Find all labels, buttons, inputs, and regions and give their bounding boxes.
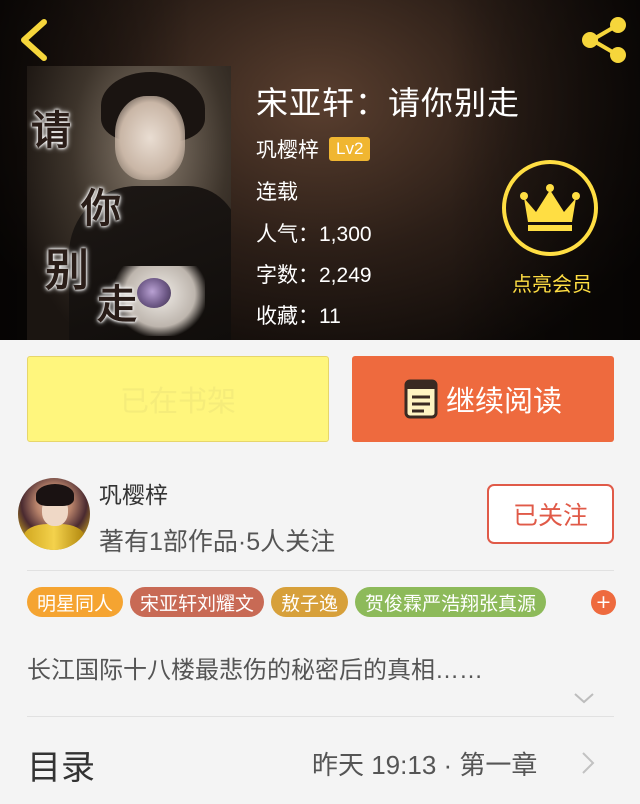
follow-button[interactable]: 已关注 [487,484,614,544]
tag-item[interactable]: 贺俊霖严浩翔张真源 [355,587,547,617]
level-badge: Lv2 [329,137,371,161]
word-count: 字数：2,249 [256,264,372,287]
tag-item[interactable]: 宋亚轩刘耀文 [130,587,265,617]
tag-item[interactable]: 明星同人 [27,587,124,617]
share-icon[interactable] [578,14,630,66]
author-name[interactable]: 巩樱梓 [256,134,319,164]
author-avatar[interactable] [18,478,90,550]
chevron-down-icon[interactable] [572,690,596,706]
cover-title-char: 别 [45,245,89,296]
more-tags-button[interactable]: + [591,590,616,615]
back-arrow-icon[interactable] [14,16,54,64]
chevron-right-icon[interactable] [580,750,596,776]
toc-label[interactable]: 目录 [27,740,95,789]
avatar-hair [36,484,74,506]
continue-reading-button[interactable]: 继续阅读 [352,356,614,442]
book-title: 宋亚轩：请你别走 [256,85,521,121]
vip-label: 点亮会员 [512,274,592,296]
divider [27,716,614,717]
vip-button[interactable]: 点亮会员 [500,160,604,300]
cover-title-char: 你 [81,185,121,232]
in-bookshelf-label: 已在书架 [119,386,236,418]
crown-icon [520,184,580,231]
cover-title-char: 走 [97,281,137,328]
author-row: 巩樱梓 Lv2 [256,134,371,164]
author-card-stats: 著有1部作品·5人关注 [99,528,336,556]
in-bookshelf-button[interactable]: 已在书架 [27,356,329,442]
tag-item[interactable]: 敖子逸 [271,587,349,617]
cover-title-art: 请 你 别 走 [27,66,231,340]
popularity-count: 人气：1,300 [256,223,372,246]
tag-list: 明星同人 宋亚轩刘耀文 敖子逸 贺俊霖严浩翔张真源 [27,587,547,617]
serial-status: 连载 [256,181,298,204]
favorites-count: 收藏：11 [256,305,341,328]
toc-latest-chapter[interactable]: 昨天 19:13 · 第一章 [312,745,537,782]
divider [27,570,614,571]
book-summary: 长江国际十八楼最悲伤的秘密后的真相…… [27,657,483,684]
book-cover[interactable]: 请 你 别 走 [27,66,231,340]
avatar-jacket [24,524,84,550]
book-header: 请 你 别 走 宋亚轩：请你别走 巩樱梓 Lv2 连载 人气：1,300 字数：… [0,0,640,340]
book-icon [404,379,438,419]
continue-reading-label: 继续阅读 [445,386,562,418]
follow-label: 已关注 [512,502,588,530]
cover-title-char: 请 [31,107,71,154]
author-card-name[interactable]: 巩樱梓 [99,476,168,510]
